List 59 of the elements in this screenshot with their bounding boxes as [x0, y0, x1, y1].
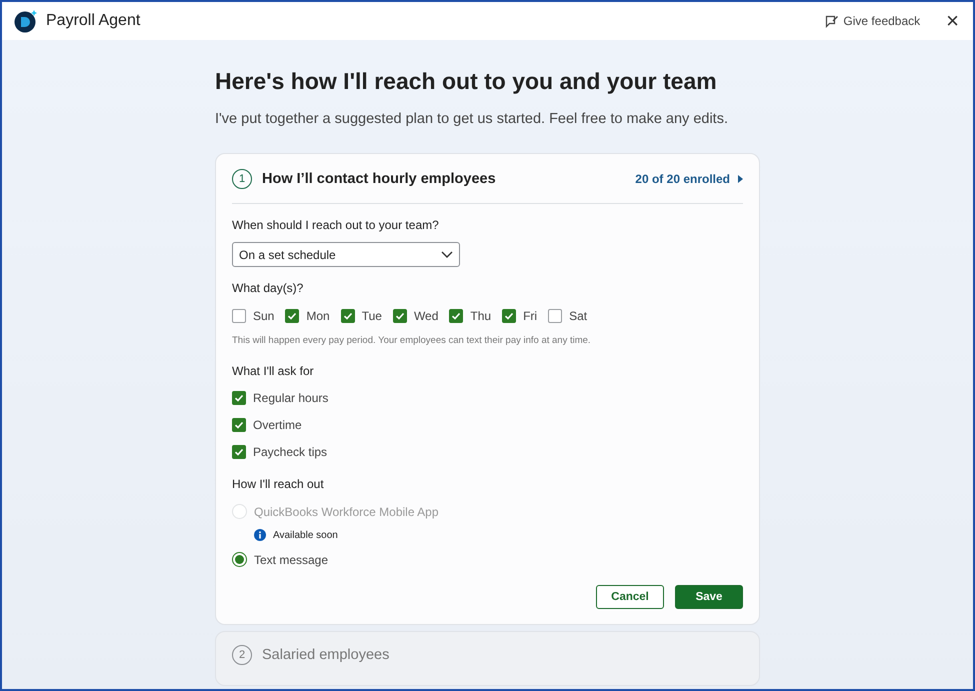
checkbox[interactable]: Wed: [392, 309, 438, 323]
checkbox-label: Sun: [253, 309, 274, 323]
logo-icon: [14, 9, 38, 33]
checkbox[interactable]: Sat: [548, 309, 588, 323]
checkbox-box[interactable]: [340, 309, 355, 323]
checkbox-box[interactable]: [392, 309, 407, 323]
checkbox-box[interactable]: [285, 309, 300, 323]
checkbox[interactable]: Overtime: [232, 418, 743, 432]
feedback-button[interactable]: Give feedback: [819, 13, 926, 29]
checkbox[interactable]: Fri: [502, 309, 538, 323]
checkbox[interactable]: Regular hours: [232, 391, 743, 405]
page-heading: Here's how I'll reach out to you and your team: [215, 68, 718, 95]
close-button[interactable]: ×: [942, 8, 963, 34]
checkbox[interactable]: Paycheck tips: [232, 445, 743, 459]
step-card[interactable]: 2 Salaried employees: [215, 631, 760, 686]
field-label: When should I reach out to your team?: [232, 218, 440, 232]
step-title: Salaried employees: [262, 647, 390, 663]
field-label: What day(s)?: [232, 281, 304, 295]
feedback-icon: [825, 14, 840, 28]
checkbox-box[interactable]: [232, 391, 246, 405]
checkbox-label: Fri: [523, 309, 538, 323]
checkbox-box[interactable]: [449, 309, 464, 323]
save-button[interactable]: Save: [675, 585, 743, 609]
checkbox-label: Paycheck tips: [253, 445, 328, 459]
field-label: How I'll reach out: [232, 477, 325, 491]
checkbox-box[interactable]: [232, 418, 246, 432]
checkbox[interactable]: Tue: [340, 309, 382, 323]
radio-label: QuickBooks Workforce Mobile App: [254, 504, 439, 518]
checkbox[interactable]: Thu: [449, 309, 492, 323]
schedule-dropdown[interactable]: On a set schedule: [232, 242, 460, 267]
checkbox-label: Mon: [306, 309, 330, 323]
cancel-button[interactable]: Cancel: [596, 585, 664, 609]
step-number: 2: [232, 645, 252, 665]
checkbox-box[interactable]: [232, 445, 246, 459]
checkbox-box[interactable]: [232, 309, 246, 323]
checkbox-box[interactable]: [502, 309, 516, 323]
availability-note: Available soon: [273, 530, 338, 540]
radio-button[interactable]: [232, 552, 247, 567]
caret-icon: [738, 174, 743, 182]
radio-option[interactable]: Text message: [232, 552, 743, 567]
field-label: What I'll ask for: [232, 364, 315, 378]
checkbox[interactable]: Mon: [285, 309, 330, 323]
chevron-icon: [441, 251, 453, 258]
checkbox-label: Thu: [470, 309, 492, 323]
checkbox-label: Sat: [569, 309, 588, 323]
checkbox[interactable]: Sun: [232, 309, 274, 323]
enrolled-link[interactable]: 20 of 20 enrolled: [635, 172, 743, 186]
checkbox-label: Tue: [362, 309, 382, 323]
app-title: Payroll Agent: [46, 12, 142, 30]
radio-label: Text message: [254, 552, 328, 566]
step-title: How I’ll contact hourly employees: [262, 170, 497, 186]
checkbox-box[interactable]: [548, 309, 562, 323]
page-subheading: I've put together a suggested plan to get us started. Feel free to make any edits.: [215, 111, 729, 127]
checkbox-label: Regular hours: [253, 391, 328, 405]
step-number: 1: [232, 168, 252, 188]
hint-text: This will happen every pay period. Your employees can text their pay info at any time.: [232, 335, 592, 346]
info-icon: [254, 529, 266, 541]
checkbox-label: Overtime: [253, 418, 302, 432]
checkbox-label: Wed: [414, 309, 438, 323]
